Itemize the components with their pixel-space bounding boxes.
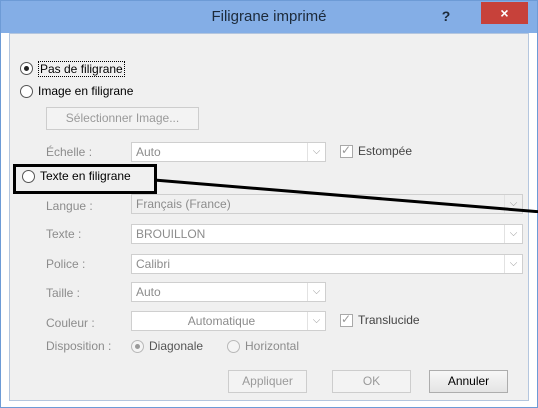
font-label: Police :: [46, 257, 86, 271]
scale-label: Échelle :: [46, 145, 93, 159]
semitransparent-checkbox[interactable]: [340, 312, 353, 327]
chevron-down-icon: ⌵: [307, 143, 325, 161]
apply-button[interactable]: Appliquer: [228, 370, 307, 393]
size-value: Auto: [136, 285, 161, 299]
picture-watermark-label[interactable]: Image en filigrane: [38, 84, 133, 98]
size-label: Taille :: [46, 286, 81, 300]
callout-box: [13, 164, 157, 194]
scale-value: Auto: [136, 145, 161, 159]
picture-watermark-radio[interactable]: [20, 85, 33, 98]
scale-select[interactable]: Auto ⌵: [131, 142, 326, 162]
select-picture-button[interactable]: Sélectionner Image...: [46, 107, 199, 130]
chevron-down-icon: ⌵: [504, 225, 522, 243]
no-watermark-radio[interactable]: [20, 62, 33, 75]
watermark-dialog: Filigrane imprimé ? × Pas de filigrane I…: [0, 0, 538, 408]
diagonal-label: Diagonale: [149, 339, 204, 353]
dialog-body: Pas de filigrane Image en filigrane Séle…: [9, 33, 529, 401]
washout-label: Estompée: [358, 144, 413, 158]
color-select[interactable]: Automatique ⌵: [131, 311, 326, 331]
chevron-down-icon: ⌵: [307, 312, 325, 330]
text-value: BROUILLON: [136, 227, 206, 241]
title-bar: Filigrane imprimé ? ×: [1, 1, 537, 33]
callout-pointer-line: [154, 178, 538, 213]
font-value: Calibri: [136, 257, 171, 271]
text-combo[interactable]: BROUILLON ⌵: [131, 224, 523, 244]
layout-label: Disposition :: [46, 339, 112, 353]
color-label: Couleur :: [46, 316, 95, 330]
ok-button[interactable]: OK: [332, 370, 411, 393]
font-select[interactable]: Calibri ⌵: [131, 254, 523, 274]
size-select[interactable]: Auto ⌵: [131, 282, 326, 302]
language-label: Langue :: [46, 199, 93, 213]
help-button[interactable]: ?: [431, 3, 461, 29]
diagonal-radio[interactable]: [131, 340, 144, 353]
cancel-button[interactable]: Annuler: [429, 370, 508, 393]
chevron-down-icon: ⌵: [504, 255, 522, 273]
horizontal-label: Horizontal: [245, 339, 300, 353]
no-watermark-label[interactable]: Pas de filigrane: [38, 61, 125, 77]
horizontal-radio[interactable]: [227, 340, 240, 353]
color-value: Automatique: [187, 314, 256, 328]
washout-checkbox[interactable]: [340, 143, 353, 158]
text-label: Texte :: [46, 227, 82, 241]
semitransparent-label: Translucide: [358, 313, 420, 327]
close-button[interactable]: ×: [481, 2, 528, 24]
chevron-down-icon: ⌵: [307, 283, 325, 301]
